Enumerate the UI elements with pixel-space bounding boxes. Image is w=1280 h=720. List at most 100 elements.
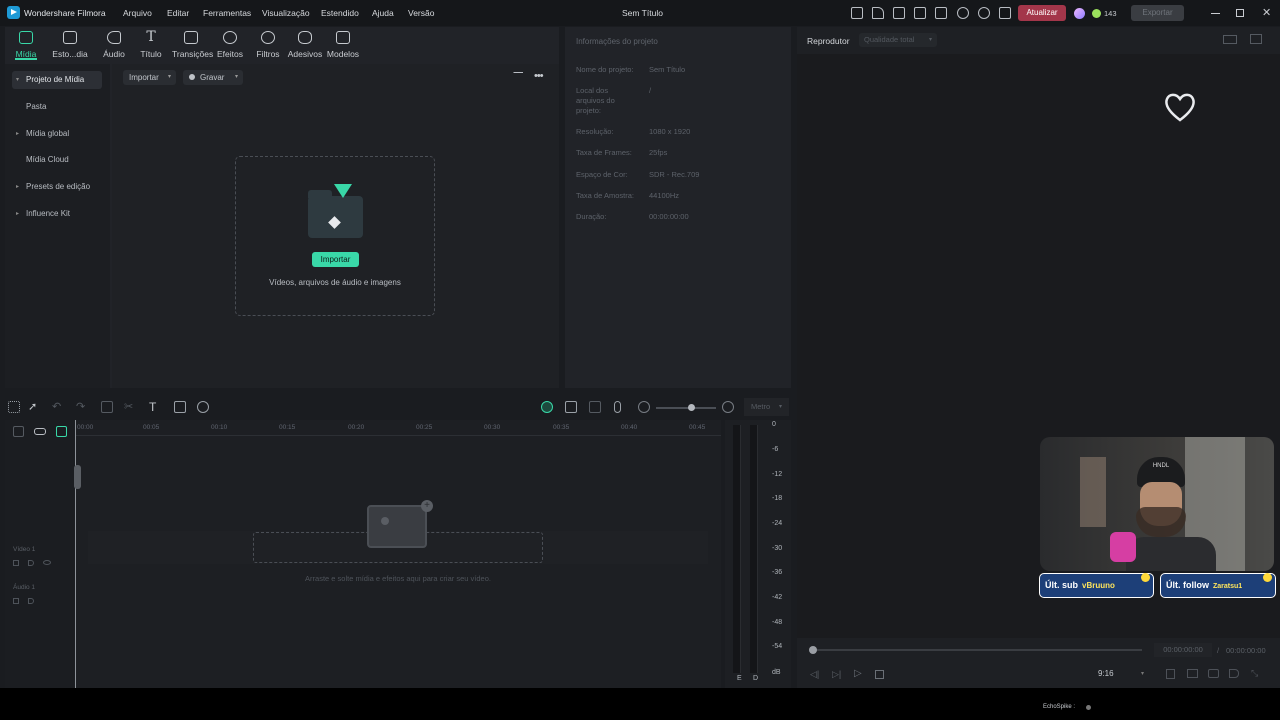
ai-effects-icon[interactable] bbox=[197, 401, 209, 413]
more-options-icon[interactable]: ••• bbox=[534, 70, 544, 82]
auto-highlight-icon[interactable] bbox=[541, 401, 553, 413]
delete-icon[interactable] bbox=[101, 401, 113, 413]
update-button-label: Atualizar bbox=[1026, 8, 1058, 17]
add-marker-icon[interactable] bbox=[1166, 669, 1175, 679]
info-label-duracao: Duração: bbox=[576, 212, 607, 221]
mute-icon[interactable] bbox=[28, 560, 34, 566]
minimize-icon[interactable] bbox=[1211, 13, 1220, 14]
info-label-taxa-amostra: Taxa de Amostra: bbox=[576, 191, 634, 200]
gift-icon[interactable] bbox=[851, 7, 863, 19]
tool-audio[interactable]: Áudio bbox=[95, 31, 133, 59]
record-dropdown[interactable]: Gravar ▾ bbox=[183, 70, 243, 85]
tool-estoque-midia[interactable]: Esto...dia bbox=[51, 31, 89, 59]
menu-versao[interactable]: Versão bbox=[408, 8, 434, 18]
tick-0: 00:00 bbox=[77, 424, 94, 431]
update-button[interactable]: Atualizar bbox=[1018, 5, 1066, 21]
compare-view-icon[interactable] bbox=[1223, 35, 1237, 44]
stop-icon[interactable] bbox=[875, 670, 884, 679]
menu-estendido[interactable]: Estendido bbox=[321, 8, 359, 18]
menu-editar[interactable]: Editar bbox=[167, 8, 189, 18]
zoom-slider-knob[interactable] bbox=[688, 404, 695, 411]
sidebar-item-influence-kit[interactable]: ▸ Influence Kit bbox=[12, 205, 102, 223]
export-button[interactable]: Exportar bbox=[1131, 5, 1184, 21]
zoom-out-icon[interactable] bbox=[638, 401, 650, 413]
import-button-label: Importar bbox=[320, 255, 351, 264]
lock-icon[interactable] bbox=[13, 598, 19, 604]
layout-grid-icon[interactable] bbox=[8, 401, 20, 413]
filter-sort-icon[interactable] bbox=[513, 72, 523, 82]
account-avatar[interactable] bbox=[1074, 8, 1085, 19]
link-icon[interactable] bbox=[34, 428, 46, 435]
microphone-icon[interactable] bbox=[614, 401, 621, 413]
quality-dropdown[interactable]: Qualidade total ▾ bbox=[859, 33, 937, 47]
info-label-espaco-cor: Espaço de Cor: bbox=[576, 170, 628, 179]
apps-grid-icon[interactable] bbox=[999, 7, 1011, 19]
restore-icon[interactable] bbox=[1236, 9, 1244, 17]
tool-transicoes[interactable]: Transições bbox=[172, 31, 213, 59]
render-preview-icon[interactable] bbox=[565, 401, 577, 413]
save-icon[interactable] bbox=[935, 7, 947, 19]
undo-icon[interactable]: ↶ bbox=[52, 401, 64, 413]
fullscreen-icon[interactable]: ⤡ bbox=[1251, 668, 1258, 679]
tool-midia[interactable]: Mídia bbox=[7, 31, 45, 59]
tool-filtros[interactable]: Filtros bbox=[249, 31, 287, 59]
import-dropdown[interactable]: Importar ▾ bbox=[123, 70, 176, 85]
close-icon[interactable]: ✕ bbox=[1262, 6, 1271, 19]
lock-icon[interactable] bbox=[13, 560, 19, 566]
send-icon[interactable] bbox=[872, 7, 884, 19]
record-icon bbox=[189, 74, 195, 80]
tool-adesivos[interactable]: Adesivos bbox=[286, 31, 324, 59]
eye-icon[interactable] bbox=[43, 560, 51, 565]
meter-level-48: -48 bbox=[772, 619, 783, 626]
playhead-handle[interactable] bbox=[74, 465, 81, 489]
aspect-ratio-dropdown[interactable]: 9:16 ▾ bbox=[1098, 667, 1148, 681]
timeline-playhead[interactable] bbox=[75, 420, 76, 688]
pink-mug bbox=[1110, 532, 1136, 562]
camera-snapshot-icon[interactable] bbox=[1208, 669, 1219, 678]
sidebar-item-projeto-de-midia[interactable]: ▾ Projeto de Mídia bbox=[12, 71, 102, 89]
text-tool-icon[interactable]: T bbox=[149, 401, 161, 413]
meter-dropdown[interactable]: Metro ▾ bbox=[744, 398, 789, 416]
tool-modelos[interactable]: Modelos bbox=[324, 31, 362, 59]
play-back-icon[interactable]: ▷| bbox=[832, 669, 841, 680]
tool-efeitos[interactable]: Efeitos bbox=[211, 31, 249, 59]
zoom-in-icon[interactable] bbox=[722, 401, 734, 413]
prev-frame-icon[interactable]: ◁| bbox=[810, 669, 819, 680]
volume-icon[interactable] bbox=[1229, 669, 1239, 678]
playhead-knob[interactable] bbox=[809, 646, 817, 654]
feedback-icon[interactable] bbox=[893, 7, 905, 19]
progress-track[interactable] bbox=[812, 649, 1142, 651]
menu-ferramentas[interactable]: Ferramentas bbox=[203, 8, 251, 18]
tick-9: 00:45 bbox=[689, 424, 706, 431]
menu-visualizacao[interactable]: Visualização bbox=[262, 8, 310, 18]
meter-level-24: -24 bbox=[772, 520, 783, 527]
split-scissors-icon[interactable]: ✂ bbox=[124, 401, 136, 413]
sidebar-item-midia-global[interactable]: ▸ Mídia global bbox=[12, 125, 102, 143]
export-button-label: Exportar bbox=[1142, 8, 1173, 17]
mute-icon[interactable] bbox=[28, 598, 34, 604]
play-icon[interactable]: ▷ bbox=[854, 668, 862, 679]
info-value-nome: Sem Título bbox=[649, 65, 686, 74]
sidebar-item-presets-de-edicao[interactable]: ▸ Presets de edição bbox=[12, 178, 102, 196]
sidebar-item-midia-cloud[interactable]: Mídia Cloud bbox=[12, 151, 102, 169]
support-icon[interactable] bbox=[978, 7, 990, 19]
tick-2: 00:10 bbox=[211, 424, 228, 431]
track-layout-icon[interactable] bbox=[56, 426, 67, 437]
tool-titulo[interactable]: T Título bbox=[132, 30, 170, 59]
redo-icon[interactable]: ↷ bbox=[76, 401, 88, 413]
display-icon[interactable] bbox=[1187, 669, 1198, 678]
meter-level-42: -42 bbox=[772, 594, 783, 601]
crop-icon[interactable] bbox=[174, 401, 186, 413]
add-track-icon[interactable] bbox=[13, 426, 24, 437]
snapshot-icon[interactable] bbox=[589, 401, 601, 413]
menu-arquivo[interactable]: Arquivo bbox=[123, 8, 152, 18]
sidebar-item-pasta[interactable]: Pasta bbox=[12, 98, 102, 116]
timeline-drop-hint: Arraste e solte mídia e efeitos aqui par… bbox=[305, 574, 491, 583]
snapshot-image-icon[interactable] bbox=[1250, 34, 1262, 44]
import-button[interactable]: Importar bbox=[312, 252, 359, 267]
select-pointer-icon[interactable]: ➚ bbox=[28, 401, 40, 413]
zoom-slider-track[interactable] bbox=[656, 407, 716, 409]
cloud-icon[interactable] bbox=[957, 7, 969, 19]
menu-ajuda[interactable]: Ajuda bbox=[372, 8, 394, 18]
monitor-icon[interactable] bbox=[914, 7, 926, 19]
